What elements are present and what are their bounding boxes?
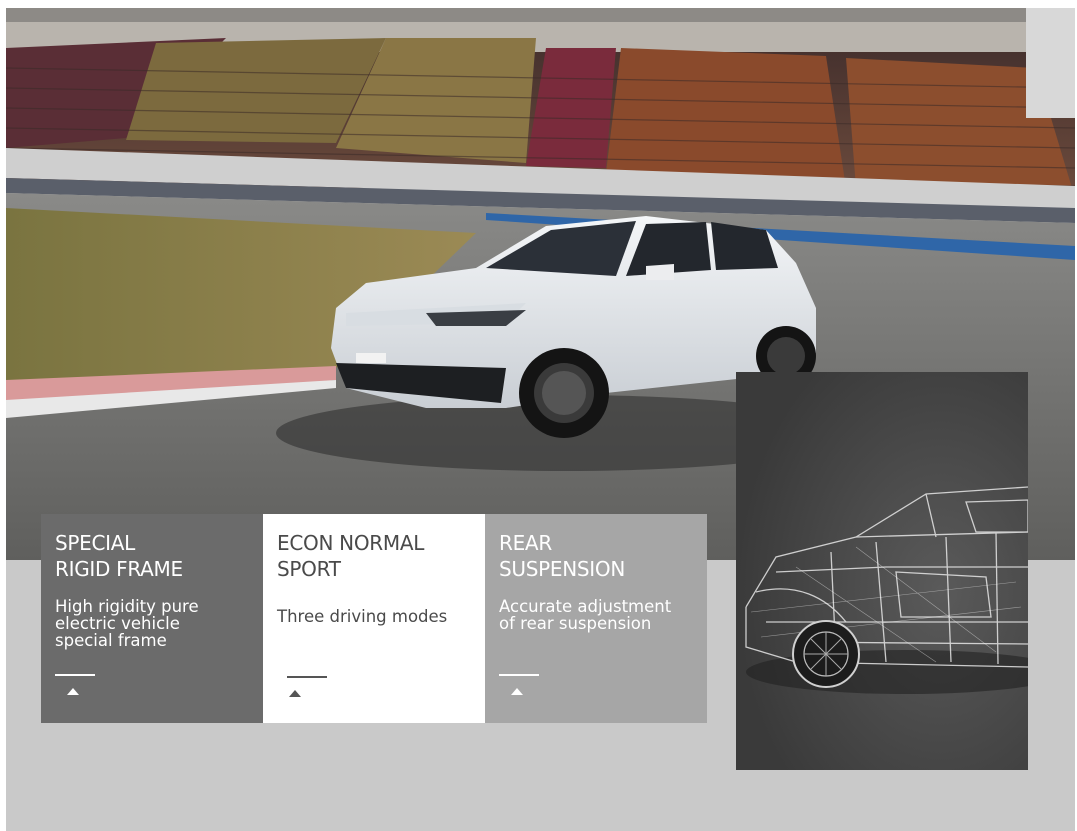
- up-triangle-icon: [511, 688, 523, 695]
- divider: [55, 674, 95, 676]
- feature-card-rear-suspension[interactable]: REAR SUSPENSION Accurate adjustment of r…: [485, 514, 707, 723]
- feature-title: ECON NORMAL SPORT: [277, 531, 425, 581]
- feature-description: Three driving modes: [277, 607, 448, 626]
- divider: [287, 676, 327, 678]
- divider: [499, 674, 539, 676]
- feature-description: Accurate adjustment of rear suspension: [499, 597, 672, 633]
- xray-frame-image: [736, 372, 1028, 770]
- feature-banner: SPECIAL RIGID FRAME High rigidity pure e…: [6, 8, 1075, 831]
- up-triangle-icon: [67, 688, 79, 695]
- feature-card-driving-modes[interactable]: ECON NORMAL SPORT Three driving modes: [263, 514, 485, 723]
- feature-card-rigid-frame[interactable]: SPECIAL RIGID FRAME High rigidity pure e…: [41, 514, 263, 723]
- feature-title: SPECIAL RIGID FRAME: [55, 531, 183, 581]
- up-triangle-icon: [289, 690, 301, 697]
- feature-title: REAR SUSPENSION: [499, 531, 625, 581]
- feature-description: High rigidity pure electric vehicle spec…: [55, 597, 199, 650]
